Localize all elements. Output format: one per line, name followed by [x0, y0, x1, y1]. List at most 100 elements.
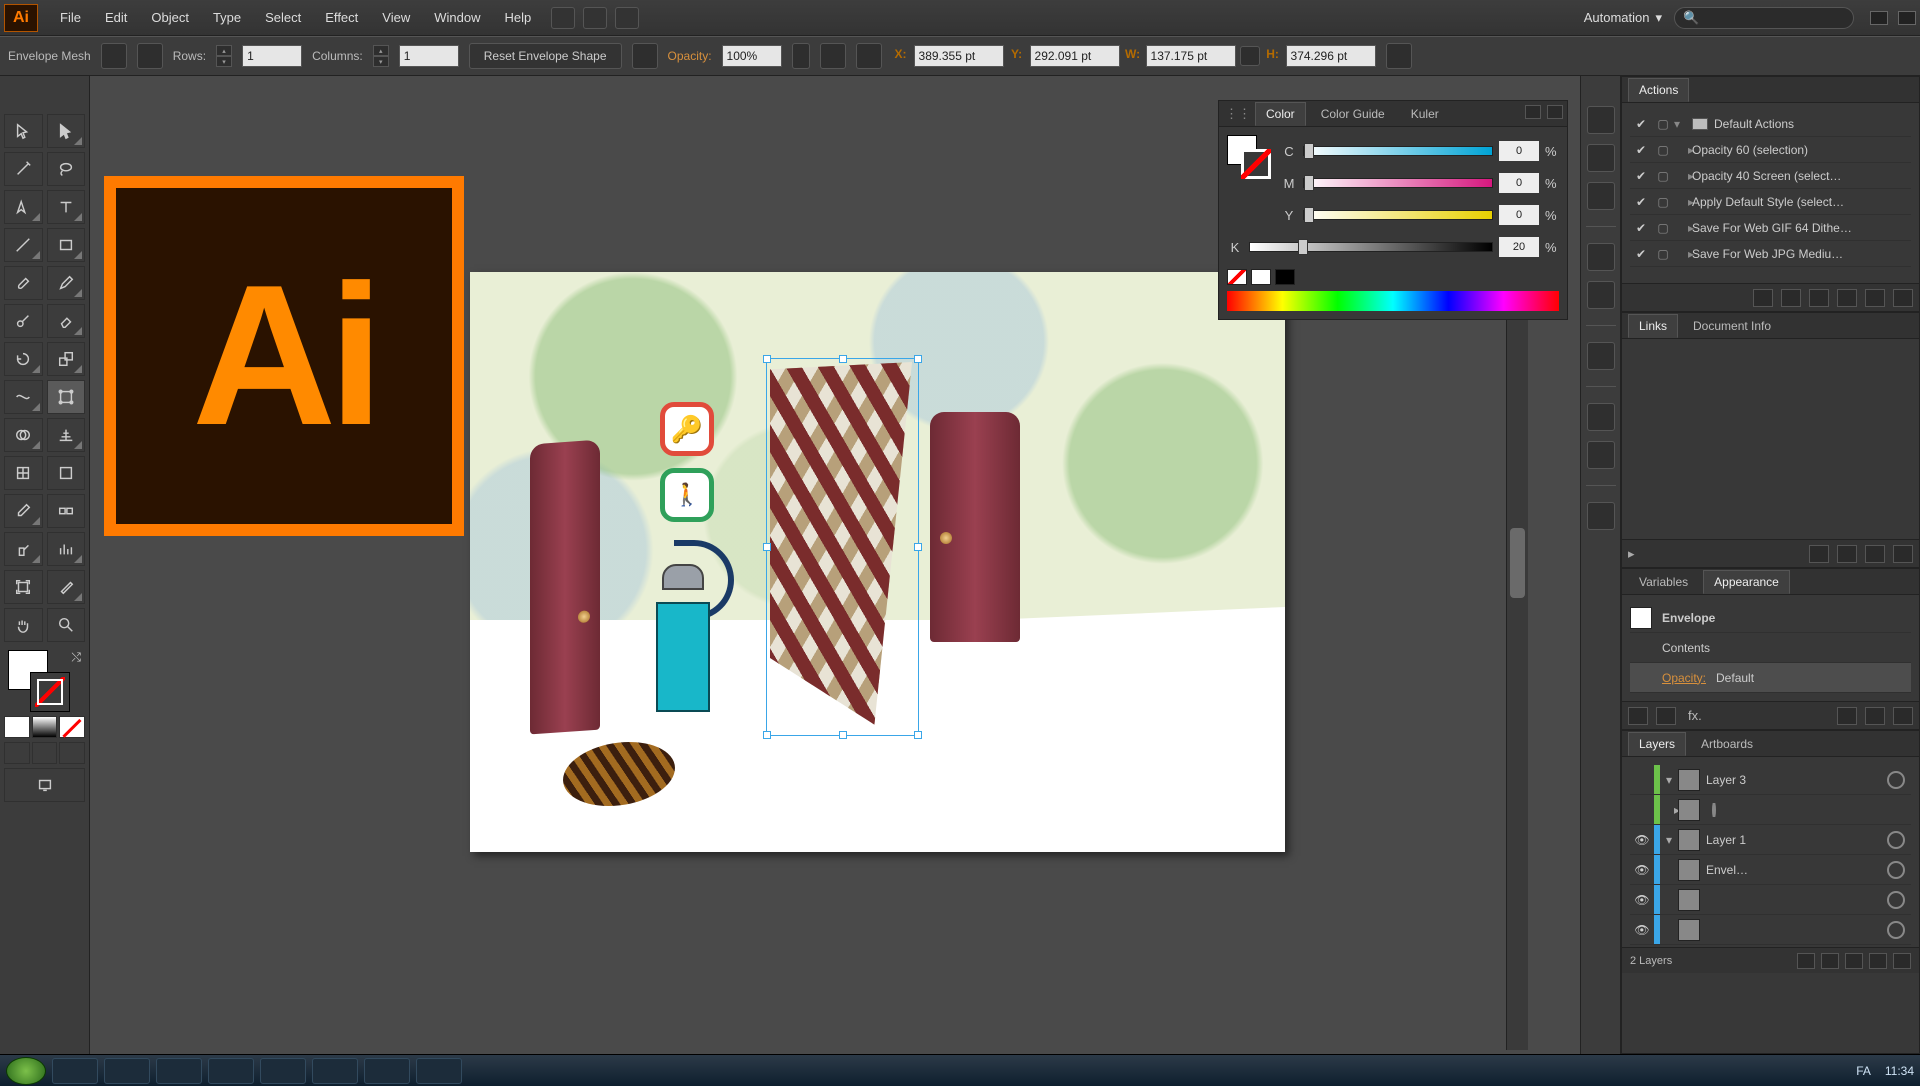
layer-row[interactable]: ▸: [1630, 795, 1911, 825]
direct-selection-tool[interactable]: [47, 114, 86, 148]
slider-track[interactable]: [1303, 210, 1493, 220]
dock-symbols-icon[interactable]: [1587, 182, 1615, 210]
dialog-icon[interactable]: ▢: [1652, 143, 1674, 157]
toggle-icon[interactable]: ✔: [1630, 195, 1652, 209]
layer-row[interactable]: 👁: [1630, 915, 1911, 945]
disclosure-icon[interactable]: ▸: [1674, 247, 1692, 261]
tab-color-guide[interactable]: Color Guide: [1310, 102, 1396, 126]
delete-item-icon[interactable]: [1893, 707, 1913, 725]
recolor-icon[interactable]: [820, 43, 846, 69]
none-swatch[interactable]: [1227, 269, 1247, 285]
scrollbar-thumb[interactable]: [1510, 528, 1525, 598]
disclosure-icon[interactable]: ▾: [1660, 773, 1678, 787]
disclosure-icon[interactable]: ▸: [1674, 169, 1692, 183]
cols-stepper[interactable]: ▴▾: [373, 45, 389, 67]
menu-object[interactable]: Object: [139, 0, 201, 36]
target-icon[interactable]: [1887, 831, 1905, 849]
stop-icon[interactable]: [1753, 289, 1773, 307]
maximize-icon[interactable]: [1898, 11, 1916, 25]
selection-handle[interactable]: [914, 543, 922, 551]
toggle-icon[interactable]: ✔: [1630, 221, 1652, 235]
pen-tool[interactable]: [4, 190, 43, 224]
reset-envelope-button[interactable]: Reset Envelope Shape: [469, 43, 622, 69]
tab-variables[interactable]: Variables: [1628, 570, 1699, 594]
make-clip-icon[interactable]: [1821, 953, 1839, 969]
type-tool[interactable]: [47, 190, 86, 224]
dock-transparency-icon[interactable]: [1587, 403, 1615, 431]
dialog-icon[interactable]: ▢: [1652, 169, 1674, 183]
layer-name[interactable]: [1706, 803, 1911, 817]
menu-edit[interactable]: Edit: [93, 0, 139, 36]
collapse-icon[interactable]: [1525, 105, 1541, 119]
layer-row[interactable]: 👁 Envel…: [1630, 855, 1911, 885]
shape-builder-tool[interactable]: [4, 418, 43, 452]
artboard-tool[interactable]: [4, 570, 43, 604]
opacity-arrow-icon[interactable]: [792, 43, 810, 69]
dialog-icon[interactable]: ▢: [1652, 221, 1674, 235]
bridge-icon[interactable]: [551, 7, 575, 29]
edit-envelope-icon[interactable]: [101, 43, 127, 69]
relink-icon[interactable]: [1809, 545, 1829, 563]
grip-icon[interactable]: ⋮⋮: [1225, 106, 1251, 122]
slider-knob[interactable]: [1304, 175, 1314, 191]
tab-actions[interactable]: Actions: [1628, 78, 1689, 102]
rows-stepper[interactable]: ▴▾: [216, 45, 232, 67]
disclosure-icon[interactable]: ▸: [1660, 803, 1678, 817]
tab-links[interactable]: Links: [1628, 314, 1678, 338]
slice-tool[interactable]: [47, 570, 86, 604]
screen-mode-tool[interactable]: [4, 768, 85, 802]
menu-type[interactable]: Type: [201, 0, 253, 36]
layer-name[interactable]: Layer 1: [1706, 833, 1881, 847]
visibility-icon[interactable]: 👁: [1630, 863, 1654, 877]
swap-fill-stroke-icon[interactable]: ⤭: [71, 650, 81, 665]
slider-value[interactable]: 20: [1499, 237, 1539, 257]
target-icon[interactable]: [1712, 803, 1716, 817]
target-icon[interactable]: [1887, 891, 1905, 909]
paintbrush-tool[interactable]: [4, 266, 43, 300]
slider-value[interactable]: 0: [1499, 173, 1539, 193]
slider-track[interactable]: [1303, 146, 1493, 156]
layer-name[interactable]: Envel…: [1706, 863, 1881, 877]
toggle-icon[interactable]: ✔: [1630, 247, 1652, 261]
selection-handle[interactable]: [839, 355, 847, 363]
selection-handle[interactable]: [839, 731, 847, 739]
color-mode-gradient[interactable]: [32, 716, 58, 738]
layer-name[interactable]: Layer 3: [1706, 773, 1881, 787]
new-layer-icon[interactable]: [1869, 953, 1887, 969]
edit-original-icon[interactable]: [1893, 545, 1913, 563]
black-swatch[interactable]: [1275, 269, 1295, 285]
fill-stroke-swatch[interactable]: ⤭: [4, 646, 85, 712]
white-swatch[interactable]: [1251, 269, 1271, 285]
x-input[interactable]: [914, 45, 1004, 67]
selection-tool[interactable]: [4, 114, 43, 148]
new-art-basic-icon[interactable]: [1628, 707, 1648, 725]
lasso-tool[interactable]: [47, 152, 86, 186]
opacity-input[interactable]: [722, 45, 782, 67]
tab-document-info[interactable]: Document Info: [1682, 314, 1782, 338]
slider-value[interactable]: 0: [1499, 205, 1539, 225]
selection-handle[interactable]: [914, 731, 922, 739]
envelope-options-icon[interactable]: [632, 43, 658, 69]
layer-row[interactable]: ▾ Layer 3: [1630, 765, 1911, 795]
disclosure-icon[interactable]: ▾: [1674, 117, 1692, 131]
arrange-docs-icon[interactable]: [583, 7, 607, 29]
w-input[interactable]: [1146, 45, 1236, 67]
new-sublayer-icon[interactable]: [1845, 953, 1863, 969]
disclosure-icon[interactable]: ▾: [1660, 833, 1678, 847]
transform-options-icon[interactable]: [1386, 43, 1412, 69]
slider-y[interactable]: Y0%: [1281, 199, 1559, 231]
play-icon[interactable]: [1809, 289, 1829, 307]
slider-k[interactable]: K20%: [1227, 231, 1559, 263]
disclosure-icon[interactable]: ▸: [1674, 143, 1692, 157]
eyedropper-tool[interactable]: [4, 494, 43, 528]
dock-color-icon[interactable]: [1587, 106, 1615, 134]
trash-icon[interactable]: [1893, 289, 1913, 307]
duplicate-item-icon[interactable]: [1865, 707, 1885, 725]
pencil-tool[interactable]: [47, 266, 86, 300]
y-input[interactable]: [1030, 45, 1120, 67]
panel-fill-stroke[interactable]: [1227, 135, 1271, 205]
minimize-icon[interactable]: [1870, 11, 1888, 25]
color-mode-none[interactable]: [59, 716, 85, 738]
selection-handle[interactable]: [763, 355, 771, 363]
dock-stroke-icon[interactable]: [1587, 281, 1615, 309]
